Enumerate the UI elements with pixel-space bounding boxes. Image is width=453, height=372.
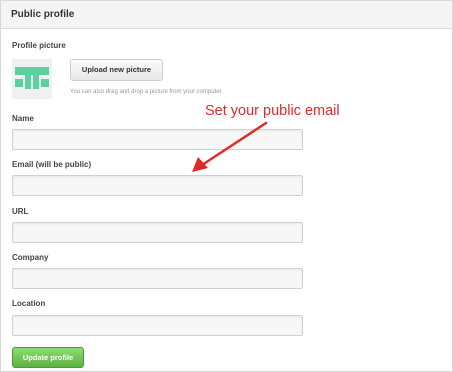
name-label: Name (12, 114, 34, 123)
url-label: URL (12, 207, 29, 216)
avatar-identicon (12, 59, 52, 99)
location-input[interactable] (12, 315, 303, 336)
location-label: Location (12, 299, 46, 308)
upload-new-picture-button[interactable]: Upload new picture (70, 59, 163, 81)
profile-picture-label: Profile picture (12, 41, 66, 50)
upload-hint: You can also drag and drop a picture fro… (70, 89, 223, 95)
email-label: Email (will be public) (12, 160, 92, 169)
email-input[interactable] (12, 175, 303, 196)
panel-header: Public profile (1, 1, 452, 29)
annotation-arrow-icon (192, 121, 268, 172)
update-profile-button[interactable]: Update profile (12, 347, 84, 368)
company-label: Company (12, 253, 49, 262)
company-input[interactable] (12, 268, 303, 289)
annotation-text: Set your public email (205, 103, 340, 119)
url-input[interactable] (12, 222, 303, 243)
panel-title: Public profile (11, 9, 75, 20)
public-profile-panel: Public profile Profile picture Upload ne… (0, 0, 453, 372)
